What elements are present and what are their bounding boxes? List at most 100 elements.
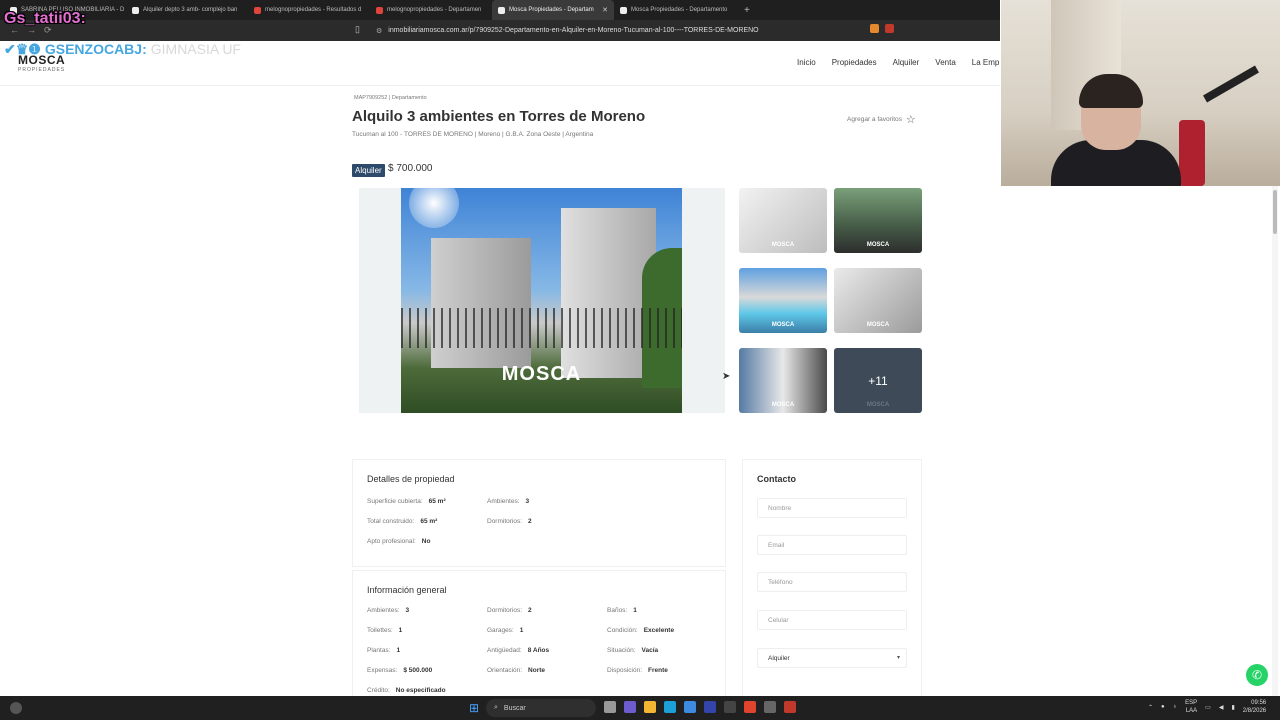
clock[interactable]: 09:56 2/8/2026 bbox=[1243, 699, 1266, 715]
mouse-cursor-icon: ➤ bbox=[722, 371, 731, 382]
info-value: Vacía bbox=[641, 647, 659, 654]
contact-panel: Contacto Nombre Email Teléfono Celular A… bbox=[742, 459, 922, 699]
taskbar-apps bbox=[604, 701, 796, 713]
email-field[interactable]: Email bbox=[757, 535, 907, 555]
operation-select[interactable]: Alquiler ▾ bbox=[757, 648, 907, 668]
nav-venta[interactable]: Venta bbox=[935, 58, 955, 67]
microphone-icon[interactable]: ♁ bbox=[1173, 704, 1178, 710]
whatsapp-button[interactable]: ✆ bbox=[1246, 664, 1268, 686]
more-photos-count: +11 bbox=[868, 374, 888, 388]
thumbnail-photo[interactable]: MOSCA bbox=[739, 188, 827, 253]
mobile-field[interactable]: Celular bbox=[757, 610, 907, 630]
browser-tab[interactable]: Alquiler depto 3 amb- complejo ban bbox=[126, 0, 248, 20]
language-indicator[interactable]: ESP LAA bbox=[1185, 699, 1197, 715]
network-icon[interactable]: ▭ bbox=[1205, 704, 1211, 711]
thumbnail-photo[interactable]: MOSCA bbox=[834, 188, 922, 253]
tab-favicon-icon bbox=[620, 6, 627, 14]
browser-tab[interactable]: melognopropiedades - Departamen bbox=[370, 0, 492, 20]
teams-icon[interactable] bbox=[624, 701, 636, 713]
lang-top: ESP bbox=[1185, 700, 1198, 706]
battery-icon[interactable]: ▮ bbox=[1231, 704, 1234, 711]
nav-la-empresa[interactable]: La Emp bbox=[972, 58, 1000, 67]
browser-tab[interactable]: Mosca Propiedades - Departamento bbox=[614, 0, 736, 20]
detail-row: Total construido: 65 m² bbox=[367, 518, 437, 525]
bookmark-icon[interactable]: ▯ bbox=[355, 24, 360, 35]
star-icon: ☆ bbox=[905, 114, 916, 126]
url-field[interactable]: ⚙ inmobiliariamosca.com.ar/p/7909252-Dep… bbox=[372, 23, 912, 38]
app-red-icon[interactable] bbox=[784, 701, 796, 713]
contact-title: Contacto bbox=[757, 474, 796, 484]
scrollbar-thumb[interactable] bbox=[1273, 190, 1277, 234]
tab-label: Mosca Propiedades - Departamento bbox=[631, 7, 728, 13]
file-explorer-icon[interactable] bbox=[644, 701, 656, 713]
detail-row: Superficie cubierta: 65 m² bbox=[367, 498, 446, 505]
brave-icon[interactable] bbox=[744, 701, 756, 713]
page-title: Alquilo 3 ambientes en Torres de Moreno bbox=[352, 108, 646, 125]
site-nav: Inicio Propiedades Alquiler Venta La Emp bbox=[797, 58, 999, 67]
taskbar-search[interactable]: ⌕ Buscar bbox=[486, 699, 596, 717]
info-row: Toilettes: 1 bbox=[367, 627, 402, 634]
lang-bottom: LAA bbox=[1185, 708, 1198, 714]
tab-label: melognopropiedades - Resultados d bbox=[265, 7, 362, 13]
webcam-overlay bbox=[1001, 0, 1280, 186]
detail-value: No bbox=[421, 538, 431, 545]
more-photos-thumbnail[interactable]: +11 MOSCA bbox=[834, 348, 922, 413]
tab-favicon-icon bbox=[376, 6, 383, 14]
widgets-icon[interactable] bbox=[10, 702, 22, 714]
app-fe-icon[interactable] bbox=[704, 701, 716, 713]
browser-tab-strip: SABRINA PELUSO INMOBILIARIA - D Alquiler … bbox=[0, 0, 1000, 20]
windows-start-icon[interactable]: ⊞ bbox=[469, 701, 479, 715]
club-name: GSENZOCABJ: bbox=[44, 41, 147, 57]
add-to-favorites-button[interactable]: Agregar a favoritos ☆ bbox=[847, 113, 916, 126]
club-badge-icon: ✔♛❶ bbox=[4, 41, 41, 57]
tray-app-icon[interactable]: ● bbox=[1161, 704, 1165, 710]
info-value: Frente bbox=[648, 667, 668, 674]
chat-overlay-club: ✔♛❶ GSENZOCABJ: GIMNASIA UF bbox=[4, 41, 241, 58]
detail-row: Apto profesional: No bbox=[367, 538, 430, 545]
operation-select-value: Alquiler bbox=[768, 655, 790, 662]
thumbnail-photo[interactable]: MOSCA bbox=[739, 268, 827, 333]
info-value: 3 bbox=[405, 607, 410, 614]
task-view-icon[interactable] bbox=[604, 701, 616, 713]
brave-shield-icon[interactable] bbox=[870, 24, 879, 33]
info-row: Garages: 1 bbox=[487, 627, 523, 634]
thumbnail-photo[interactable]: MOSCA bbox=[834, 268, 922, 333]
property-code: MAP7909252 | Departamento bbox=[354, 95, 427, 101]
store-icon[interactable] bbox=[684, 701, 696, 713]
thumb-watermark: MOSCA bbox=[866, 242, 890, 248]
app-mm-icon[interactable] bbox=[724, 701, 736, 713]
phone-field[interactable]: Teléfono bbox=[757, 572, 907, 592]
webcam-mic-arm bbox=[1203, 65, 1259, 103]
chevron-up-icon[interactable]: ⌃ bbox=[1148, 704, 1153, 711]
detail-value: 65 m² bbox=[428, 498, 446, 505]
edge-icon[interactable] bbox=[664, 701, 676, 713]
main-photo[interactable]: MOSCA bbox=[401, 188, 682, 413]
info-label: Antigüedad: bbox=[487, 647, 522, 654]
scrollbar[interactable] bbox=[1272, 186, 1278, 696]
photo-building-left bbox=[431, 238, 531, 368]
detail-row: Dormitorios: 2 bbox=[487, 518, 532, 525]
name-field[interactable]: Nombre bbox=[757, 498, 907, 518]
site-info-icon[interactable]: ⚙ bbox=[376, 27, 382, 35]
brave-rewards-icon[interactable] bbox=[885, 24, 894, 33]
app-icon[interactable] bbox=[764, 701, 776, 713]
clock-date: 2/8/2026 bbox=[1242, 708, 1267, 714]
new-tab-icon[interactable]: + bbox=[744, 5, 750, 16]
info-label: Crédito: bbox=[367, 687, 390, 694]
search-icon: ⌕ bbox=[494, 704, 498, 711]
club-suffix: GIMNASIA UF bbox=[150, 41, 241, 57]
info-value: 1 bbox=[519, 627, 524, 634]
thumbnail-photo[interactable]: MOSCA bbox=[739, 348, 827, 413]
nav-alquiler[interactable]: Alquiler bbox=[893, 58, 920, 67]
info-value: 8 Años bbox=[527, 647, 550, 654]
browser-tab[interactable]: melognopropiedades - Resultados d bbox=[248, 0, 370, 20]
whatsapp-icon: ✆ bbox=[1251, 668, 1263, 682]
browser-tab[interactable]: Mosca Propiedades - Departam ✕ bbox=[492, 0, 614, 20]
close-icon[interactable]: ✕ bbox=[602, 6, 608, 14]
main-photo-container[interactable]: MOSCA bbox=[359, 188, 725, 413]
tab-favicon-icon bbox=[498, 6, 505, 14]
nav-inicio[interactable]: Inicio bbox=[797, 58, 816, 67]
nav-propiedades[interactable]: Propiedades bbox=[832, 58, 877, 67]
system-tray: ⌃ ● ♁ ESP LAA ▭ ◀ ▮ 09:56 2/8/2026 bbox=[1148, 699, 1266, 715]
volume-icon[interactable]: ◀ bbox=[1219, 704, 1224, 711]
